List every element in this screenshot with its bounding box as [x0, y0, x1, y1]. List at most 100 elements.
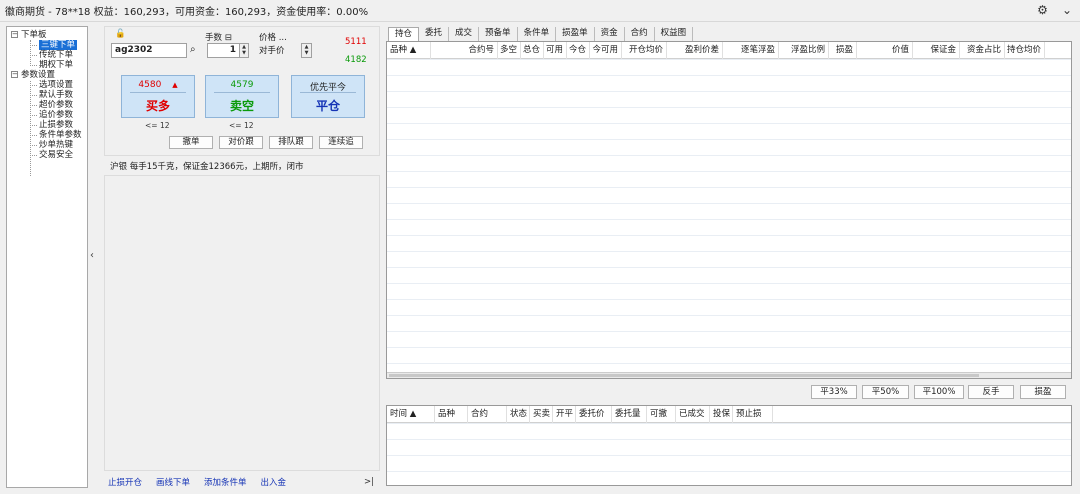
tree-item-label: 炒单热键 — [39, 140, 74, 150]
divider — [214, 92, 270, 93]
tree-item[interactable]: 追价参数 — [7, 110, 87, 120]
column-header[interactable]: 品种 — [435, 406, 468, 423]
symbol-input[interactable]: ag2302 — [111, 43, 187, 58]
ask-price: 5111 — [345, 37, 367, 47]
continuous-chase-button[interactable]: 连续追 — [319, 136, 363, 149]
tab-orders[interactable]: 委托 — [419, 27, 450, 41]
tab-contracts[interactable]: 合约 — [625, 27, 655, 41]
column-header[interactable]: 已成交 — [676, 406, 710, 423]
spin-arrows-icon[interactable]: ▲ ▼ — [302, 44, 311, 57]
lots-value: 1 — [229, 45, 236, 55]
column-header[interactable]: 多空 — [498, 42, 521, 59]
tab-positions[interactable]: 持仓 — [388, 27, 420, 41]
gear-icon[interactable]: ⚙ — [1037, 3, 1048, 17]
tree-item[interactable]: 交易安全 — [7, 150, 87, 160]
spin-arrows-icon[interactable]: ▲ ▼ — [239, 44, 248, 57]
column-header[interactable]: 今可用 — [590, 42, 622, 59]
column-header[interactable]: 可用 — [544, 42, 567, 59]
reverse-button[interactable]: 反手 — [968, 385, 1014, 399]
close-33-button[interactable]: 平33% — [811, 385, 857, 399]
search-icon[interactable]: ⌕ — [190, 44, 196, 55]
collapse-arrow-icon[interactable]: ‹ — [90, 250, 94, 261]
buy-long-button[interactable]: 4580 ▲ 买多 — [121, 75, 195, 118]
cancel-order-button[interactable]: 撤单 — [169, 136, 213, 149]
add-conditional-order-link[interactable]: 添加条件单 — [204, 476, 247, 488]
sell-short-button[interactable]: 4579 卖空 — [205, 75, 279, 118]
tree-item[interactable]: − 下单板 — [7, 30, 87, 40]
tree-item[interactable]: 期权下单 — [7, 60, 87, 70]
column-header[interactable]: 委托量 — [612, 406, 647, 423]
column-header[interactable]: 状态 — [507, 406, 530, 423]
tree-item[interactable]: 超价参数 — [7, 100, 87, 110]
up-triangle-icon: ▲ — [172, 81, 178, 89]
column-header[interactable]: 买卖 — [530, 406, 553, 423]
column-header[interactable]: 损盈 — [829, 42, 857, 59]
positions-table-body[interactable] — [387, 59, 1071, 378]
follow-price-button[interactable]: 对价跟 — [219, 136, 263, 149]
close-50-button[interactable]: 平50% — [862, 385, 909, 399]
column-header[interactable]: 价值 — [857, 42, 913, 59]
lots-label: 手数 ⊟ — [205, 33, 232, 43]
queue-follow-button[interactable]: 排队跟 — [269, 136, 313, 149]
tab-prepared[interactable]: 预备单 — [479, 27, 518, 41]
column-header[interactable]: 资金占比 — [960, 42, 1005, 59]
price-type-stepper[interactable]: ▲ ▼ — [301, 43, 312, 58]
column-header[interactable]: 合约号 — [431, 42, 498, 59]
column-header[interactable]: 合约 — [468, 406, 507, 423]
column-header[interactable]: 持仓均价 — [1005, 42, 1045, 59]
collapse-box-icon[interactable]: − — [11, 31, 18, 38]
column-header[interactable]: 投保 — [710, 406, 733, 423]
tab-funds[interactable]: 资金 — [595, 27, 625, 41]
column-header[interactable]: 总仓 — [521, 42, 544, 59]
expand-arrow-icon[interactable]: >| — [364, 477, 374, 487]
orders-table[interactable]: 时间 ▲ 品种 合约 状态 买卖 开平 委托价 委托量 可撤 已成交 投保 预止损 — [386, 405, 1072, 486]
tree-item[interactable]: 条件单参数 — [7, 130, 87, 140]
tab-conditional[interactable]: 条件单 — [518, 27, 557, 41]
bid-price: 4182 — [345, 55, 367, 65]
tab-stop-profit[interactable]: 损盈单 — [556, 27, 595, 41]
column-header[interactable]: 预止损 — [733, 406, 773, 423]
column-header[interactable]: 今仓 — [567, 42, 590, 59]
orders-table-header: 时间 ▲ 品种 合约 状态 买卖 开平 委托价 委托量 可撤 已成交 投保 预止损 — [387, 406, 1071, 423]
orders-table-body[interactable] — [387, 423, 1071, 485]
collapse-box-icon[interactable]: − — [11, 71, 18, 78]
column-header[interactable]: 浮盈比例 — [779, 42, 829, 59]
tree-item[interactable]: 传统下单 — [7, 50, 87, 60]
tree-item[interactable]: 默认手数 — [7, 90, 87, 100]
column-header[interactable]: 盈利价差 — [667, 42, 723, 59]
column-header[interactable]: 开平 — [553, 406, 576, 423]
price-label[interactable]: 价格 ... — [259, 31, 287, 43]
scrollbar-thumb[interactable] — [389, 374, 979, 377]
tree-item[interactable]: 止损参数 — [7, 120, 87, 130]
tab-trades[interactable]: 成交 — [449, 27, 480, 41]
tree-item[interactable]: 炒单热键 — [7, 140, 87, 150]
tree-item[interactable]: − 参数设置 — [7, 70, 87, 80]
price-type[interactable]: 对手价 — [259, 44, 285, 56]
buy-limit: <= 12 — [145, 121, 170, 130]
lock-icon[interactable]: 🔓 — [115, 29, 126, 39]
tab-equity-chart[interactable]: 权益图 — [655, 27, 694, 41]
draw-line-order-link[interactable]: 画线下单 — [156, 476, 190, 488]
lots-stepper[interactable]: 1 ▲ ▼ — [207, 43, 249, 58]
horizontal-scrollbar[interactable] — [387, 372, 1071, 378]
tree-item-label: 参数设置 — [21, 70, 56, 80]
close-100-button[interactable]: 平100% — [914, 385, 964, 399]
column-header[interactable]: 开仓均价 — [622, 42, 667, 59]
chevron-down-icon[interactable]: ⌄ — [1062, 3, 1072, 17]
column-header[interactable]: 委托价 — [576, 406, 612, 423]
column-header[interactable]: 保证金 — [913, 42, 960, 59]
stop-loss-open-link[interactable]: 止损开仓 — [108, 476, 142, 488]
positions-table[interactable]: 品种 ▲ 合约号 多空 总仓 可用 今仓 今可用 开仓均价 盈利价差 逐笔浮盈 浮盈比例 损盈 价值 保证… — [386, 41, 1072, 379]
tree-item-label: 下单板 — [21, 30, 47, 40]
column-header[interactable]: 时间 ▲ — [387, 406, 435, 423]
column-header[interactable]: 品种 ▲ — [387, 42, 431, 59]
column-header[interactable]: 可撤 — [647, 406, 676, 423]
column-header[interactable]: 逐笔浮盈 — [723, 42, 779, 59]
deposit-withdraw-link[interactable]: 出入金 — [261, 476, 287, 488]
stop-profit-button[interactable]: 损盈 — [1020, 385, 1066, 399]
tree-item[interactable]: 选项设置 — [7, 80, 87, 90]
sell-price: 4579 — [230, 80, 254, 90]
sell-label: 卖空 — [229, 99, 254, 113]
tree-item[interactable]: 三键下单 — [7, 40, 87, 50]
close-position-button[interactable]: 优先平今 平仓 — [291, 75, 365, 118]
